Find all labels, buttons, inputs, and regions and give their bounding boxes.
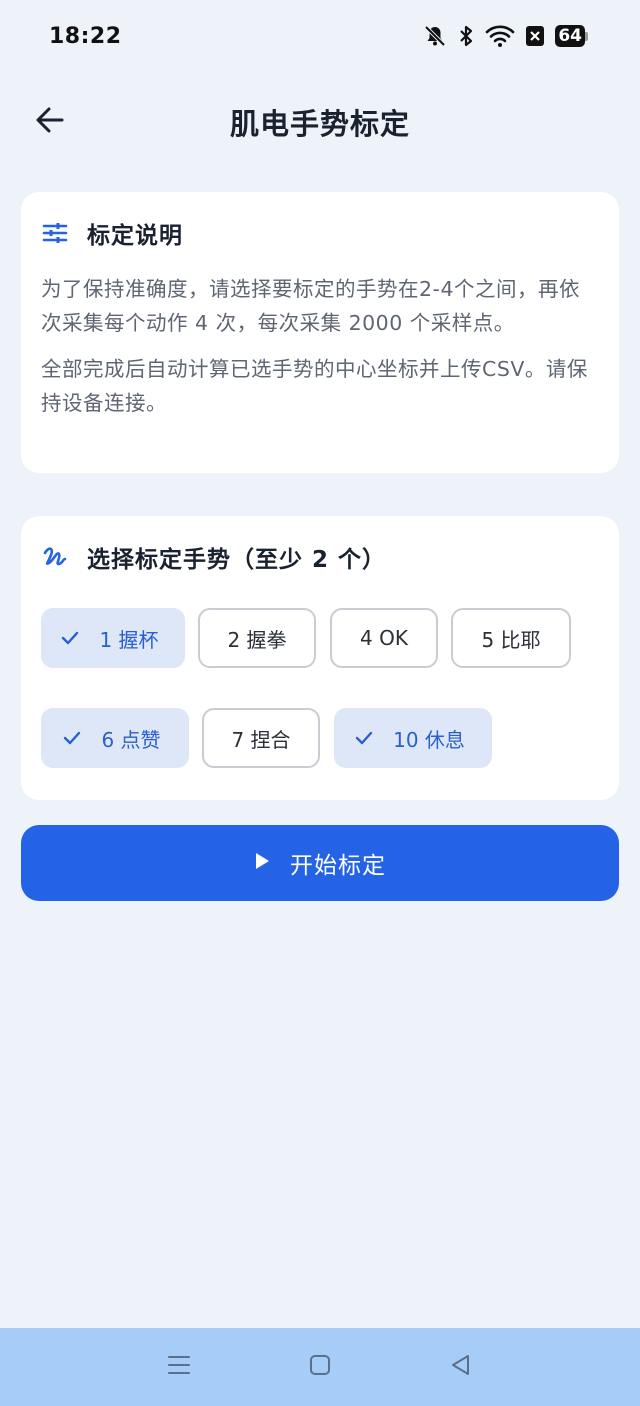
gesture-chip-2-fist[interactable]: 2 握拳 xyxy=(198,608,316,668)
app-header: 肌电手势标定 xyxy=(0,90,640,154)
play-icon xyxy=(254,850,270,876)
arrow-left-icon xyxy=(34,104,66,140)
wifi-icon xyxy=(485,24,515,48)
gesture-chip-1-grip-cup[interactable]: 1 握杯 xyxy=(41,608,185,668)
gesture-chip-7-pinch[interactable]: 7 捏合 xyxy=(202,708,320,768)
nav-home-button[interactable] xyxy=(298,1345,342,1389)
gesture-chip-label: 5 比耶 xyxy=(481,627,541,652)
check-icon xyxy=(61,631,79,645)
status-time: 18:22 xyxy=(49,23,122,49)
status-bar: 18:22 64 xyxy=(0,0,640,72)
gesture-chip-5-peace[interactable]: 5 比耶 xyxy=(451,608,571,668)
gesture-chip-label: 2 握拳 xyxy=(227,627,287,652)
info-card-header: 标定说明 xyxy=(41,216,599,250)
info-card-title: 标定说明 xyxy=(87,223,183,249)
gesture-chip-6-thumbs-up[interactable]: 6 点赞 xyxy=(41,708,189,768)
info-paragraph-1: 为了保持准确度，请选择要标定的手势在2-4个之间，再依次采集每个动作 4 次，每… xyxy=(41,277,580,335)
gesture-icon xyxy=(41,543,69,571)
page-title: 肌电手势标定 xyxy=(229,107,410,141)
back-button[interactable] xyxy=(30,102,70,142)
gesture-chip-label: 4 OK xyxy=(360,626,408,650)
bluetooth-icon xyxy=(457,24,475,48)
gesture-card-title: 选择标定手势（至少 2 个） xyxy=(87,547,387,573)
check-icon xyxy=(63,731,81,745)
check-icon xyxy=(355,731,373,745)
battery-icon: 64 xyxy=(555,25,588,47)
status-icons: 64 xyxy=(423,24,588,48)
system-nav-bar xyxy=(0,1328,640,1406)
gesture-select-card: 选择标定手势（至少 2 个） 1 握杯 2 握拳 4 OK 5 比耶 6 点赞 … xyxy=(21,516,619,800)
gesture-chip-label: 6 点赞 xyxy=(101,727,161,752)
start-calibration-button[interactable]: 开始标定 xyxy=(21,825,619,901)
gesture-chip-4-ok[interactable]: 4 OK xyxy=(330,608,438,668)
info-card: 标定说明 为了保持准确度，请选择要标定的手势在2-4个之间，再依次采集每个动作 … xyxy=(21,192,619,473)
gesture-card-header: 选择标定手势（至少 2 个） xyxy=(41,540,599,574)
battery-level: 64 xyxy=(555,25,585,47)
sliders-icon xyxy=(41,219,69,247)
start-calibration-label: 开始标定 xyxy=(290,853,386,879)
sim-none-icon xyxy=(525,24,545,48)
gesture-chip-group: 1 握杯 2 握拳 4 OK 5 比耶 6 点赞 7 捏合 10 休息 xyxy=(41,608,599,778)
back-icon xyxy=(449,1353,473,1381)
gesture-chip-label: 10 休息 xyxy=(393,727,465,752)
home-icon xyxy=(308,1353,332,1381)
info-paragraph-2: 全部完成后自动计算已选手势的中心坐标并上传CSV。请保持设备连接。 xyxy=(41,357,588,415)
gesture-chip-10-rest[interactable]: 10 休息 xyxy=(334,708,492,768)
gesture-chip-label: 1 握杯 xyxy=(99,627,159,652)
nav-back-button[interactable] xyxy=(439,1345,483,1389)
nav-menu-button[interactable] xyxy=(157,1345,201,1389)
bell-off-icon xyxy=(423,24,447,48)
gesture-chip-label: 7 捏合 xyxy=(231,727,291,752)
menu-icon xyxy=(167,1354,191,1380)
